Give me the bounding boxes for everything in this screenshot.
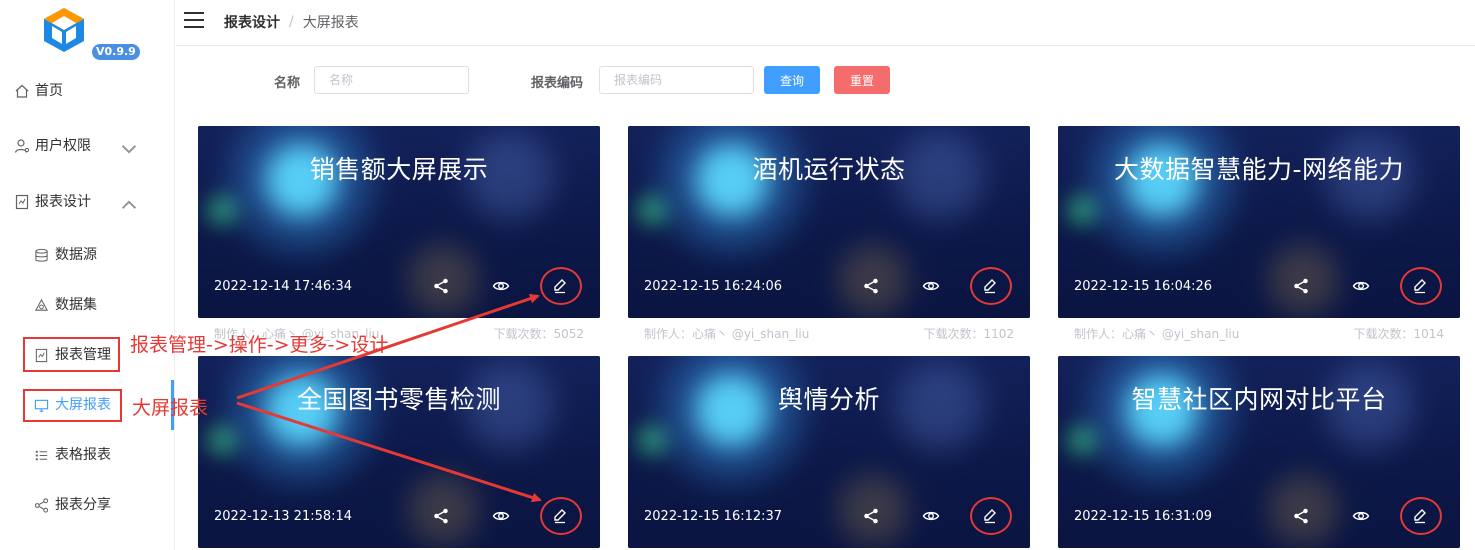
card-downloads: 下载次数：1014 [1353,327,1444,341]
annotation-menu-note: 大屏报表 [132,397,209,419]
card-downloads: 下载次数：1102 [923,327,1014,341]
card-title: 全国图书零售检测 [296,385,501,414]
sidebar-subitem-table-report[interactable]: 表格报表 [34,443,111,467]
card-timestamp: 2022-12-15 16:24:06 [644,279,783,294]
sidebar-item-label: 表格报表 [55,447,111,463]
highlight-box-bigscreen-report [23,389,122,422]
highlight-box-report-manage [23,337,120,372]
hamburger-icon[interactable] [184,12,204,28]
breadcrumb-item-current: 大屏报表 [302,15,359,31]
card-downloads: 下载次数：5052 [493,327,584,341]
card-title: 智慧社区内网对比平台 [1131,385,1387,414]
sidebar-subitem-dataset[interactable]: 数据集 [34,293,97,317]
sidebar-item-label: 报表分享 [55,497,111,513]
code-input[interactable] [599,66,754,94]
breadcrumb-separator: / [289,14,294,30]
reset-button[interactable]: 重置 [834,66,890,94]
sidebar-item-label: 数据源 [55,247,97,263]
report-design-icon [15,194,29,210]
annotation-path-note: 报表管理->操作->更多->设计 [130,334,389,356]
sidebar-item-report-design[interactable]: 报表设计 [14,190,164,214]
preview-eye-icon[interactable] [922,277,940,295]
list-icon [35,450,48,460]
user-icon [14,139,30,153]
highlight-circle-edit [1400,497,1442,535]
breadcrumb: 报表设计 / 大屏报表 [224,12,359,32]
dataset-icon [35,298,48,311]
share-icon[interactable] [432,507,450,525]
card-timestamp: 2022-12-13 21:58:14 [214,509,353,524]
top-header: 报表设计 / 大屏报表 [176,0,1475,46]
share-icon[interactable] [862,507,880,525]
preview-eye-icon[interactable] [492,507,510,525]
card-timestamp: 2022-12-15 16:12:37 [644,509,783,524]
card-title: 舆情分析 [777,385,880,414]
share-icon[interactable] [432,277,450,295]
share-icon[interactable] [1292,277,1310,295]
highlight-circle-edit [1400,267,1442,305]
preview-eye-icon[interactable] [492,277,510,295]
home-icon [15,84,29,98]
sidebar-item-label: 报表设计 [35,194,91,210]
card-timestamp: 2022-12-15 16:04:26 [1074,279,1213,294]
database-icon [35,248,48,262]
card-timestamp: 2022-12-14 17:46:34 [214,279,353,294]
version-badge: V0.9.9 [92,44,140,60]
name-input[interactable] [314,66,469,94]
card-title: 大数据智慧能力-网络能力 [1113,155,1405,184]
name-label: 名称 [274,76,301,91]
sidebar-item-label: 数据集 [55,297,97,313]
card-author: 制作人：心痛丶 @yi_shan_liu [644,327,810,341]
logo-icon [44,8,84,52]
sidebar-subitem-report-share[interactable]: 报表分享 [34,493,111,517]
sidebar-subitem-datasource[interactable]: 数据源 [34,243,97,267]
highlight-circle-edit [970,267,1012,305]
card-timestamp: 2022-12-15 16:31:09 [1074,509,1213,524]
chevron-down-icon [121,145,137,154]
sidebar: V0.9.9 首页 用户权限 报表设计 数据源 数据集 报表管理 大屏报表 表格… [0,0,175,550]
sidebar-item-home[interactable]: 首页 [14,79,63,103]
highlight-circle-edit [540,267,582,305]
code-label: 报表编码 [531,76,584,91]
card-author: 制作人：心痛丶 @yi_shan_liu [1074,327,1240,341]
highlight-circle-edit [970,497,1012,535]
preview-eye-icon[interactable] [922,507,940,525]
share-icon[interactable] [1292,507,1310,525]
share-icon[interactable] [862,277,880,295]
preview-eye-icon[interactable] [1352,507,1370,525]
share-icon [34,497,49,513]
card-title: 酒机运行状态 [752,155,906,184]
query-button[interactable]: 查询 [764,66,820,94]
preview-eye-icon[interactable] [1352,277,1370,295]
sidebar-item-user-permission[interactable]: 用户权限 [14,134,164,158]
sidebar-item-label: 用户权限 [35,138,91,154]
highlight-circle-edit [540,497,582,535]
card-title: 销售额大屏展示 [309,155,489,184]
breadcrumb-item[interactable]: 报表设计 [224,12,280,32]
sidebar-item-label: 首页 [35,83,63,99]
chevron-up-icon [121,200,137,209]
